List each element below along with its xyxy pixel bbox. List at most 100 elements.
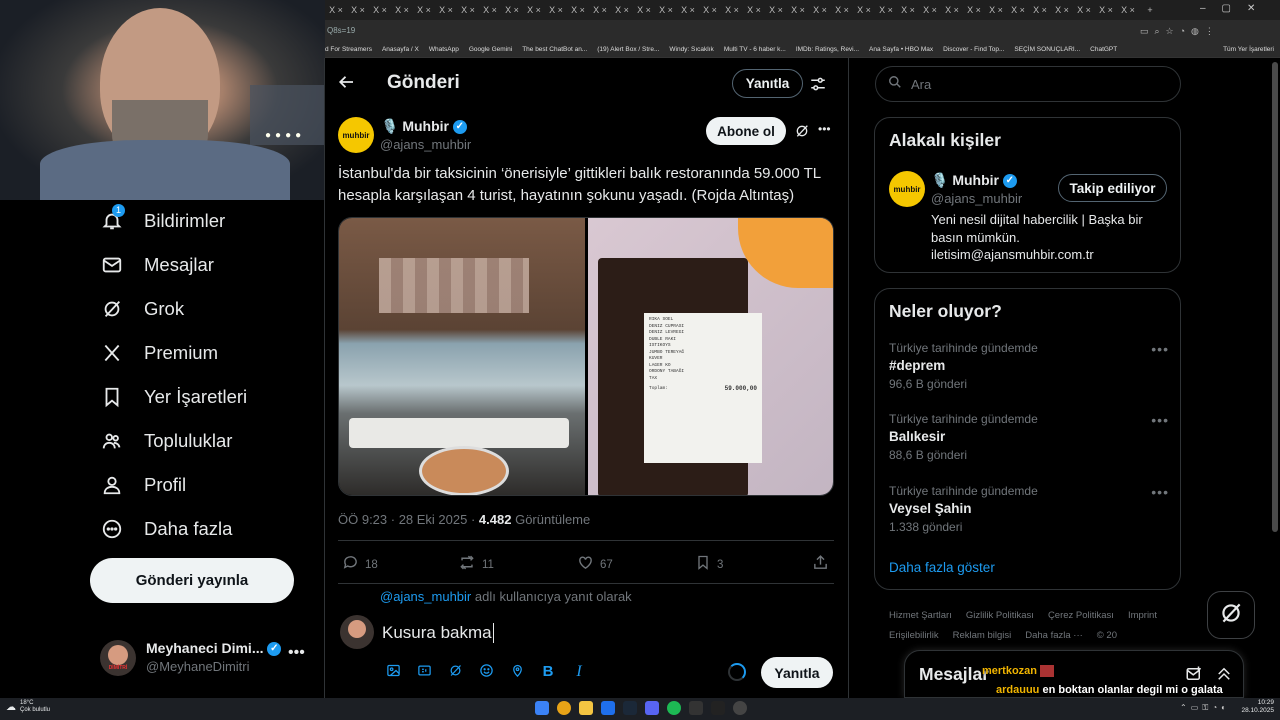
browser-tab[interactable]: X × bbox=[457, 5, 479, 15]
scrollbar[interactable] bbox=[1272, 62, 1278, 532]
repost-action[interactable]: 11 bbox=[458, 554, 494, 576]
sidebar-item-profile[interactable]: Profil bbox=[100, 463, 186, 507]
browser-tab[interactable]: X × bbox=[985, 5, 1007, 15]
browser-tab[interactable]: X × bbox=[809, 5, 831, 15]
image-icon[interactable] bbox=[382, 663, 404, 683]
browser-tab[interactable]: X × bbox=[501, 5, 523, 15]
footer-link[interactable]: Çerez Politikası bbox=[1048, 610, 1114, 621]
sidebar-item-notifications[interactable]: 1 Bildirimler bbox=[100, 199, 225, 243]
browser-tab[interactable]: X × bbox=[1051, 5, 1073, 15]
footer-link[interactable]: Daha fazla ··· bbox=[1025, 630, 1083, 641]
browser-tab[interactable]: X × bbox=[369, 5, 391, 15]
author-handle[interactable]: @ajans_muhbir bbox=[380, 137, 471, 152]
replying-to-handle[interactable]: @ajans_muhbir bbox=[380, 589, 471, 604]
receipt-photo[interactable]: RIKA SOEL DENIZ CUPRASI DENIZ LEVREGI DU… bbox=[588, 218, 833, 495]
grok-float-button[interactable] bbox=[1207, 591, 1255, 639]
browser-tab[interactable]: X × bbox=[545, 5, 567, 15]
back-arrow-icon[interactable] bbox=[338, 73, 356, 97]
bookmark-item[interactable]: ChatGPT bbox=[1090, 46, 1117, 53]
bookmark-item[interactable]: d For Streamers bbox=[325, 46, 372, 53]
trend-item[interactable]: Türkiye tarihinde gündemde Veysel Şahin … bbox=[889, 484, 1169, 544]
bookmark-action[interactable]: 3 bbox=[695, 554, 723, 576]
like-action[interactable]: 67 bbox=[577, 554, 613, 576]
browser-tab[interactable]: X × bbox=[831, 5, 853, 15]
browser-tab[interactable]: X × bbox=[1029, 5, 1051, 15]
trend-item[interactable]: Türkiye tarihinde gündemde #deprem 96,6 … bbox=[889, 341, 1169, 401]
related-name-row[interactable]: 🎙️ Muhbir ✓ bbox=[931, 172, 1017, 189]
grok-explain-icon[interactable] bbox=[794, 123, 810, 144]
chrome-icon[interactable] bbox=[557, 701, 571, 715]
subscribe-button[interactable]: Abone ol bbox=[706, 117, 786, 145]
browser-tab[interactable]: X × bbox=[413, 5, 435, 15]
browser-tab[interactable]: X × bbox=[919, 5, 941, 15]
bookmark-item[interactable]: Google Gemini bbox=[469, 46, 512, 53]
bookmark-item[interactable]: WhatsApp bbox=[429, 46, 459, 53]
spotify-icon[interactable] bbox=[667, 701, 681, 715]
account-more-icon[interactable]: ••• bbox=[288, 644, 305, 662]
show-more-link[interactable]: Daha fazla göster bbox=[889, 560, 995, 575]
grok-image-icon[interactable] bbox=[444, 663, 466, 683]
discord-icon[interactable] bbox=[645, 701, 659, 715]
start-icon[interactable] bbox=[535, 701, 549, 715]
sidebar-item-communities[interactable]: Topluluklar bbox=[100, 419, 232, 463]
new-tab-icon[interactable]: + bbox=[1139, 5, 1161, 15]
restaurant-photo[interactable] bbox=[339, 218, 585, 495]
footer-link[interactable]: Erişilebilirlik bbox=[889, 630, 939, 641]
author-avatar[interactable]: muhbir bbox=[338, 117, 374, 153]
sidebar-item-messages[interactable]: Mesajlar bbox=[100, 243, 214, 287]
app-icon[interactable] bbox=[733, 701, 747, 715]
bookmark-item[interactable]: IMDb: Ratings, Revi... bbox=[796, 46, 859, 53]
browser-tab[interactable]: X × bbox=[1117, 5, 1139, 15]
search-box[interactable]: Ara bbox=[875, 66, 1181, 102]
bookmark-item[interactable]: Anasayfa / X bbox=[382, 46, 419, 53]
related-avatar[interactable]: muhbir bbox=[889, 171, 925, 207]
reply-action[interactable]: 18 bbox=[342, 554, 378, 576]
bookmark-item[interactable]: Discover - Find Top... bbox=[943, 46, 1004, 53]
post-button[interactable]: Gönderi yayınla bbox=[90, 558, 294, 603]
footer-link[interactable]: Gizlilik Politikası bbox=[966, 610, 1034, 621]
sidebar-item-grok[interactable]: Grok bbox=[100, 287, 184, 331]
weather-widget[interactable]: ☁ 18°C Çok bulutlu bbox=[6, 700, 50, 714]
footer-link[interactable]: Hizmet Şartları bbox=[889, 610, 952, 621]
trend-more-icon[interactable]: ••• bbox=[1151, 484, 1169, 500]
post-media-grid[interactable]: RIKA SOEL DENIZ CUPRASI DENIZ LEVREGI DU… bbox=[338, 217, 834, 496]
trend-more-icon[interactable]: ••• bbox=[1151, 341, 1169, 357]
gif-icon[interactable] bbox=[413, 663, 435, 683]
browser-tab[interactable]: X × bbox=[325, 5, 347, 15]
browser-tab[interactable]: X × bbox=[391, 5, 413, 15]
browser-tab[interactable]: X × bbox=[589, 5, 611, 15]
folder-icon[interactable] bbox=[579, 701, 593, 715]
browser-tab[interactable]: X × bbox=[963, 5, 985, 15]
browser-tab[interactable]: X × bbox=[941, 5, 963, 15]
browser-tab[interactable]: X × bbox=[633, 5, 655, 15]
browser-tab[interactable]: X × bbox=[721, 5, 743, 15]
footer-link[interactable]: Reklam bilgisi bbox=[953, 630, 1012, 641]
tray-icons[interactable]: ⌃▭⚿◔◐ bbox=[1180, 703, 1230, 713]
bookmark-item[interactable]: SEÇİM SONUÇLARI... bbox=[1014, 46, 1080, 53]
browser-tab[interactable]: X × bbox=[853, 5, 875, 15]
bookmark-item[interactable]: The best ChatBot an... bbox=[522, 46, 587, 53]
browser-tab[interactable]: X × bbox=[567, 5, 589, 15]
browser-tab[interactable]: X × bbox=[523, 5, 545, 15]
browser-tab[interactable]: X × bbox=[1007, 5, 1029, 15]
reply-input[interactable]: Kusura bakma bbox=[382, 623, 494, 643]
account-switcher[interactable]: DİMİTRİ Meyhaneci Dimi... ✓ @MeyhaneDimi… bbox=[100, 638, 315, 678]
share-icon[interactable] bbox=[812, 554, 829, 576]
browser-tab[interactable]: X × bbox=[787, 5, 809, 15]
browser-tab[interactable]: X × bbox=[1095, 5, 1117, 15]
bookmark-item[interactable]: Ana Sayfa • HBO Max bbox=[869, 46, 933, 53]
reply-submit-button[interactable]: Yanıtla bbox=[761, 657, 833, 688]
trend-more-icon[interactable]: ••• bbox=[1151, 412, 1169, 428]
browser-tab[interactable]: X × bbox=[347, 5, 369, 15]
post-more-icon[interactable]: ••• bbox=[818, 122, 831, 136]
browser-tab[interactable]: X × bbox=[655, 5, 677, 15]
bookmark-item[interactable]: (19) Alert Box / Stre... bbox=[597, 46, 659, 53]
browser-tab[interactable]: X × bbox=[611, 5, 633, 15]
address-bar[interactable]: Q8s=19 bbox=[325, 20, 1280, 42]
footer-link[interactable]: Imprint bbox=[1128, 610, 1157, 621]
sliders-icon[interactable] bbox=[809, 75, 827, 98]
sidebar-item-premium[interactable]: Premium bbox=[100, 331, 218, 375]
browser-tab[interactable]: X × bbox=[875, 5, 897, 15]
browser-tab[interactable]: X × bbox=[435, 5, 457, 15]
bold-icon[interactable]: B bbox=[537, 663, 559, 683]
